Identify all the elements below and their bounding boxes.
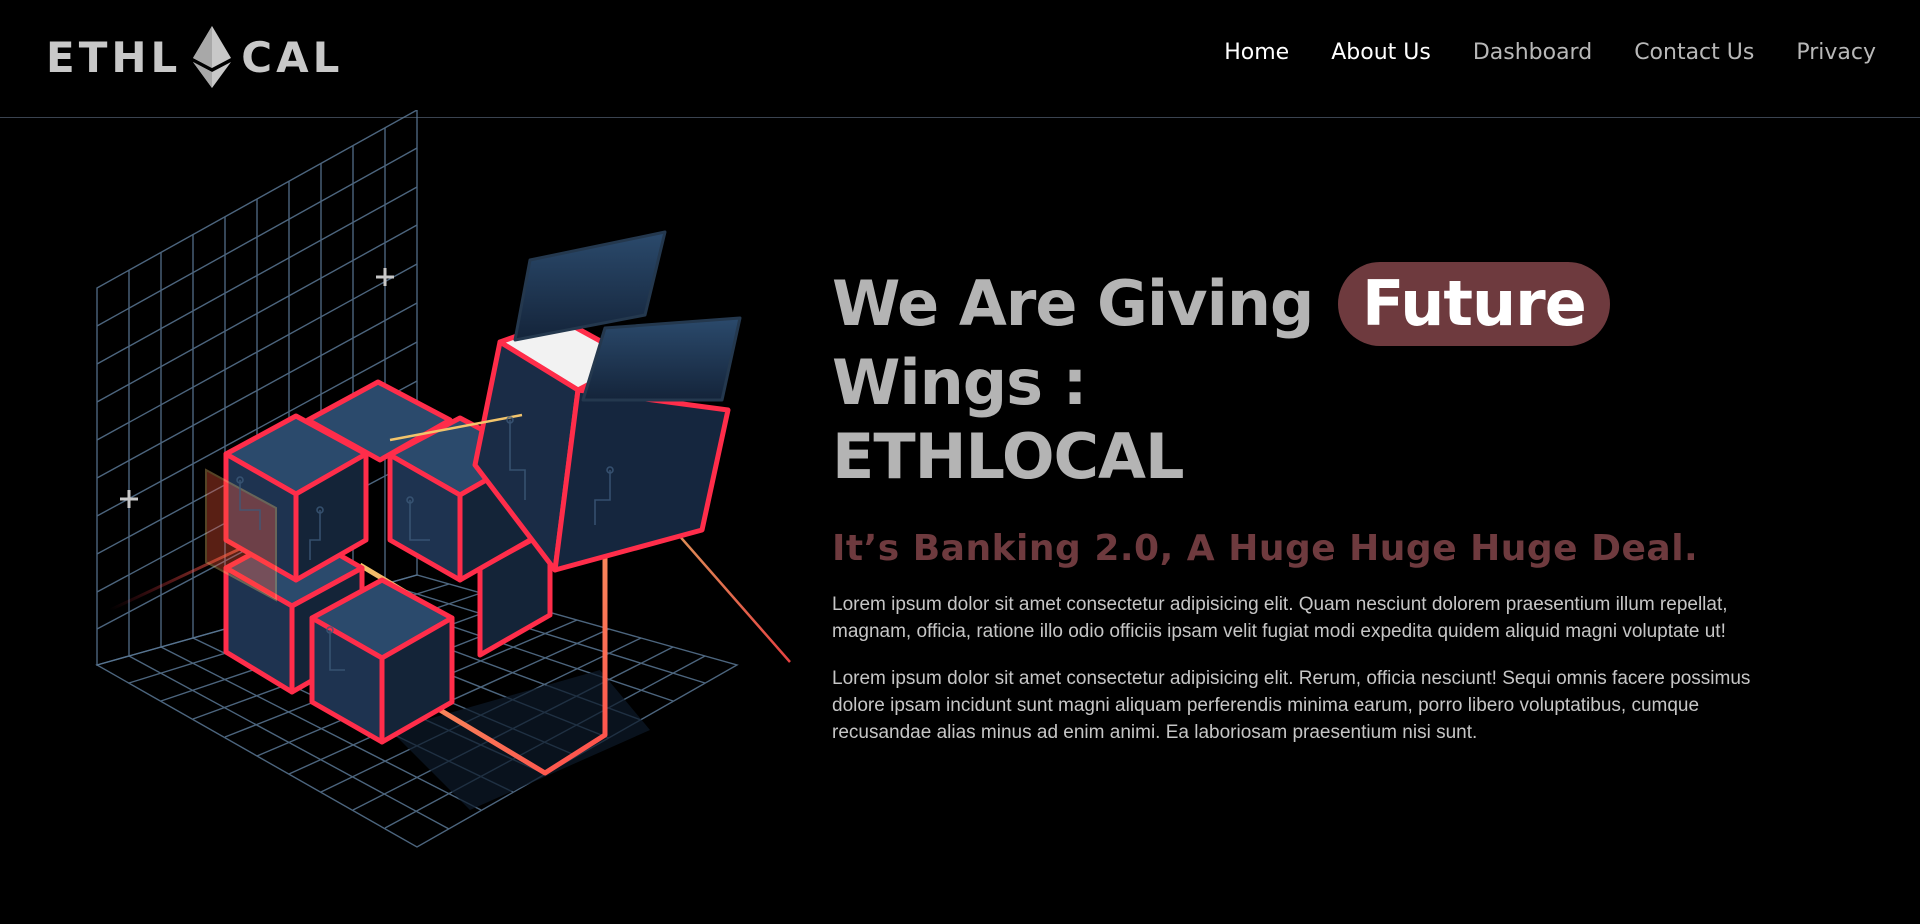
logo-text-right: CAL: [241, 32, 344, 82]
nav-about-us[interactable]: About Us: [1331, 40, 1431, 65]
hero-subheading: It’s Banking 2.0, A Huge Huge Huge Deal.: [832, 528, 1699, 569]
hero-headline: We Are Giving Future Wings : ETHLOCAL: [832, 262, 1832, 494]
logo-text-left: ETHL: [46, 32, 182, 82]
ethereum-diamond-icon: [193, 26, 232, 88]
hero-paragraph-1: Lorem ipsum dolor sit amet consectetur a…: [832, 594, 1728, 642]
hero-paragraph-2: Lorem ipsum dolor sit amet consectetur a…: [832, 668, 1751, 743]
headline-after: Wings :: [832, 346, 1087, 419]
hero-section: We Are Giving Future Wings : ETHLOCAL It…: [832, 262, 1832, 746]
isometric-cube-cluster-illustration: [95, 110, 791, 848]
main-nav: Home About Us Dashboard Contact Us Priva…: [1224, 40, 1876, 65]
nav-home[interactable]: Home: [1224, 40, 1289, 65]
nav-privacy[interactable]: Privacy: [1796, 40, 1876, 65]
nav-contact-us[interactable]: Contact Us: [1634, 40, 1754, 65]
navbar: ETHL CAL Home About Us Dashboard Contact…: [0, 0, 1920, 118]
nav-dashboard[interactable]: Dashboard: [1473, 40, 1592, 65]
headline-before: We Are Giving: [832, 267, 1314, 340]
headline-line2: ETHLOCAL: [832, 420, 1185, 493]
brand-logo[interactable]: ETHL CAL: [46, 26, 343, 88]
headline-highlight-pill: Future: [1337, 262, 1610, 346]
